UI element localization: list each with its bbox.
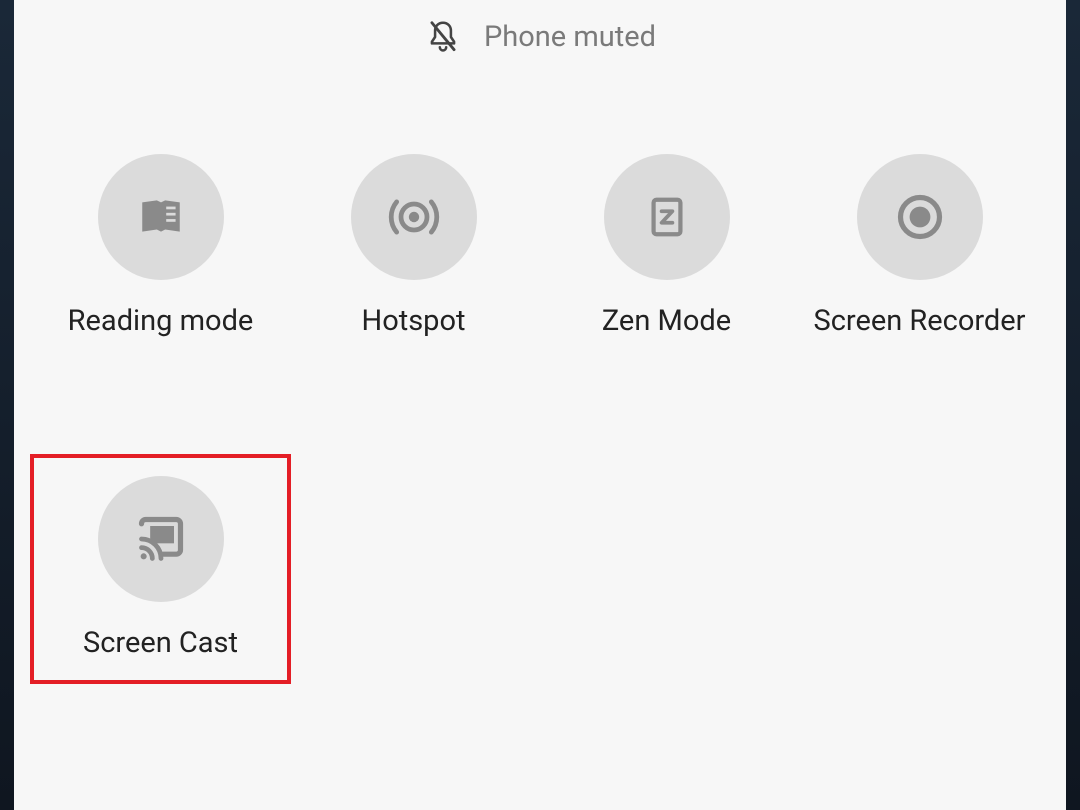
tile-screen-cast[interactable]: Screen Cast [30, 454, 291, 684]
zen-mode-icon [639, 189, 695, 245]
tile-label: Screen Cast [83, 626, 238, 660]
quick-settings-panel: Phone muted Reading mode [14, 0, 1066, 810]
tile-zen-mode[interactable]: Zen Mode [540, 136, 793, 358]
status-text: Phone muted [484, 20, 656, 54]
tile-circle [857, 154, 983, 280]
screen-recorder-icon [892, 189, 948, 245]
tile-circle [604, 154, 730, 280]
tile-label: Hotspot [362, 304, 466, 338]
tile-hotspot[interactable]: Hotspot [287, 136, 540, 358]
screen-cast-icon [133, 511, 189, 567]
tile-label: Reading mode [68, 304, 254, 338]
bell-muted-icon [424, 18, 462, 56]
tile-reading-mode[interactable]: Reading mode [34, 136, 287, 358]
tile-circle [98, 154, 224, 280]
tile-label: Zen Mode [602, 304, 731, 338]
hotspot-icon [386, 189, 442, 245]
status-row: Phone muted [14, 10, 1066, 76]
tile-circle [98, 476, 224, 602]
reading-mode-icon [133, 189, 189, 245]
tile-circle [351, 154, 477, 280]
tile-label: Screen Recorder [813, 304, 1025, 338]
tile-screen-recorder[interactable]: Screen Recorder [793, 136, 1046, 358]
tiles-grid: Reading mode Hotspot [14, 76, 1066, 680]
